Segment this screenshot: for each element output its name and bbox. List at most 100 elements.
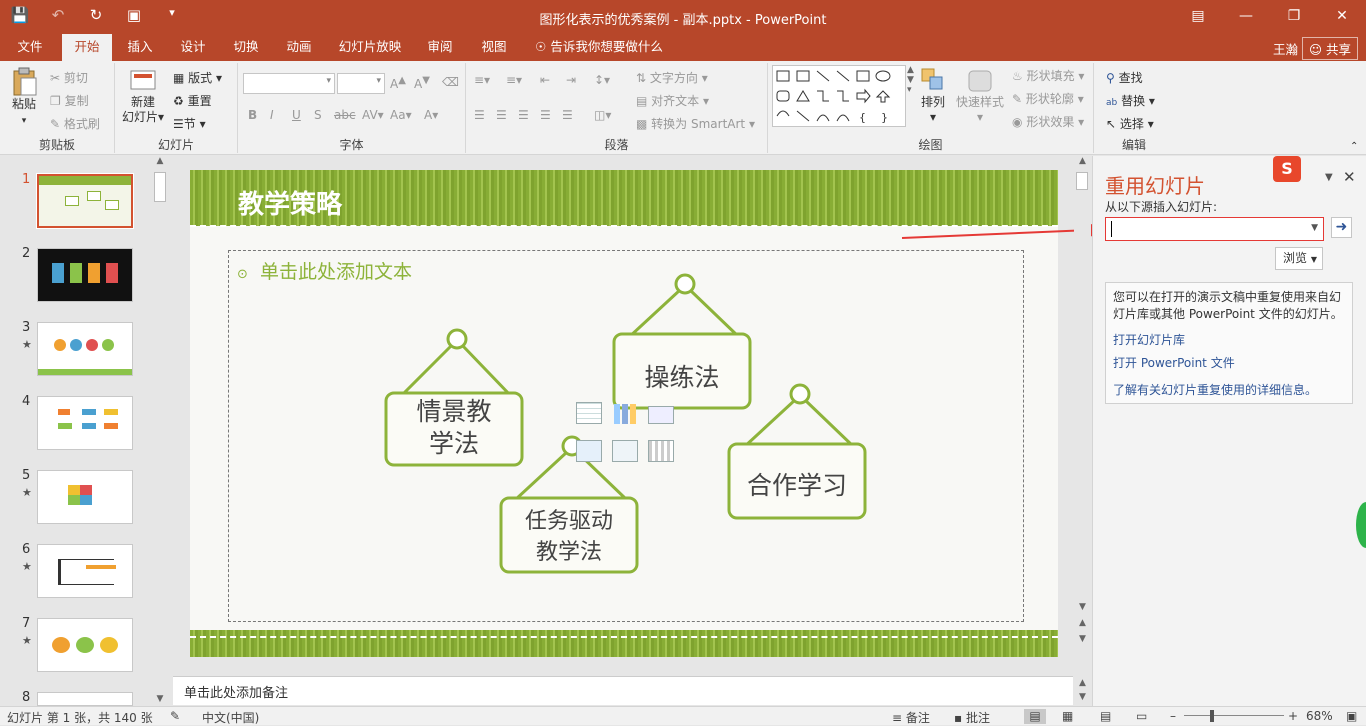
align-right-icon[interactable]: ☰ [518, 108, 529, 122]
new-slide-button[interactable]: 新建 幻灯片▾ [121, 67, 165, 125]
columns-icon[interactable]: ◫▾ [594, 108, 611, 122]
increase-indent-icon[interactable]: ⇥ [566, 73, 576, 87]
quick-styles-button[interactable]: 快速样式 ▾ [955, 67, 1005, 125]
go-arrow-button[interactable]: ➜ [1331, 217, 1352, 238]
font-color-button[interactable]: A▾ [424, 108, 438, 122]
copy-button[interactable]: ❐ 复制 [50, 92, 89, 109]
font-size-select[interactable]: ▾ [337, 73, 385, 94]
zoom-slider[interactable] [1184, 715, 1284, 716]
shape-effects-button[interactable]: ◉ 形状效果 ▾ [1012, 113, 1084, 130]
collapse-ribbon-icon[interactable]: ⌃ [1350, 141, 1358, 152]
decrease-indent-icon[interactable]: ⇤ [540, 73, 550, 87]
justify-icon[interactable]: ☰ [540, 108, 551, 122]
language-indicator[interactable]: 中文(中国) [202, 709, 259, 726]
shape-fill-button[interactable]: ♨ 形状填充 ▾ [1012, 67, 1084, 84]
thumb-slide-7[interactable] [37, 618, 133, 672]
thumbnails-scrollbar[interactable]: ▲ ▼ [153, 156, 167, 706]
zoom-slider-thumb[interactable] [1210, 710, 1214, 722]
minimize-icon[interactable]: — [1222, 0, 1270, 34]
tab-transitions[interactable]: 切换 [226, 34, 266, 61]
insert-picture-icon[interactable] [576, 440, 602, 462]
zoom-level[interactable]: 68% [1306, 709, 1333, 723]
thumb-slide-5[interactable] [37, 470, 133, 524]
tell-me-search[interactable]: ☉ 告诉我你想要做什么 [532, 34, 666, 61]
zoom-out-icon[interactable]: – [1170, 709, 1176, 723]
restore-icon[interactable]: ❐ [1270, 0, 1318, 34]
zoom-in-icon[interactable]: + [1288, 709, 1298, 723]
underline-button[interactable]: U [292, 108, 301, 122]
paste-button[interactable]: 粘贴 ▾ [6, 67, 42, 129]
share-button[interactable]: ☺ 共享 [1301, 37, 1358, 60]
normal-view-icon[interactable]: ▤ [1024, 709, 1046, 724]
reset-button[interactable]: ♻ 重置 [173, 92, 212, 109]
tab-animations[interactable]: 动画 [279, 34, 319, 61]
line-spacing-icon[interactable]: ↕▾ [594, 73, 610, 87]
thumb-slide-6[interactable] [37, 544, 133, 598]
spell-check-icon[interactable]: ✎ [170, 709, 180, 723]
open-powerpoint-file-link[interactable]: 打开 PowerPoint 文件 [1113, 355, 1345, 372]
tab-design[interactable]: 设计 [173, 34, 213, 61]
thumb-slide-8[interactable] [37, 692, 133, 706]
shadow-button[interactable]: S [314, 108, 322, 122]
numbering-icon[interactable]: ≡▾ [506, 73, 522, 87]
sogou-ime-icon[interactable]: S [1273, 156, 1301, 182]
insert-online-picture-icon[interactable] [612, 440, 638, 462]
comments-toggle[interactable]: ▪ 批注 [954, 709, 990, 726]
slide-title[interactable]: 教学策略 [238, 184, 342, 221]
shape-outline-button[interactable]: ✎ 形状轮廓 ▾ [1012, 90, 1084, 107]
font-name-select[interactable]: ▾ [243, 73, 335, 94]
thumb-slide-4[interactable] [37, 396, 133, 450]
open-slide-library-link[interactable]: 打开幻灯片库 [1113, 332, 1345, 349]
insert-smartart-icon[interactable] [648, 406, 674, 424]
slide[interactable]: 教学策略 ⊙ 单击此处添加文本 情景教 学法 操练法 任务驱动 教学法 合作学习 [190, 170, 1058, 657]
select-button[interactable]: ↖ 选择 ▾ [1106, 115, 1154, 132]
insert-table-icon[interactable] [576, 402, 602, 424]
close-icon[interactable]: ✕ [1318, 0, 1366, 34]
ribbon-display-options-icon[interactable]: ▤ [1174, 0, 1222, 34]
italic-button[interactable]: I [270, 108, 274, 122]
source-input[interactable]: ▼ [1105, 217, 1324, 241]
tab-review[interactable]: 审阅 [420, 34, 460, 61]
cut-button[interactable]: ✂ 剪切 [50, 69, 88, 86]
thumb-slide-2[interactable] [37, 248, 133, 302]
tab-slideshow[interactable]: 幻灯片放映 [334, 34, 406, 61]
slide-scrollbar[interactable]: ▲ ▼ ▲ ▼ ▲ ▼ [1074, 156, 1091, 706]
strikethrough-button[interactable]: abc [334, 108, 356, 122]
format-painter-button[interactable]: ✎ 格式刷 [50, 115, 100, 132]
insert-chart-icon[interactable] [614, 404, 636, 424]
convert-smartart-button[interactable]: ▩ 转换为 SmartArt ▾ [636, 115, 755, 132]
bold-button[interactable]: B [248, 108, 257, 122]
sign-label-3[interactable]: 任务驱动 教学法 [501, 506, 637, 568]
find-button[interactable]: ⚲ 查找 [1106, 69, 1143, 86]
bullets-icon[interactable]: ≡▾ [474, 73, 490, 87]
slide-sorter-icon[interactable]: ▦ [1062, 709, 1073, 723]
layout-button[interactable]: ▦ 版式 ▾ [173, 69, 222, 86]
chevron-down-icon[interactable]: ▼ [1311, 223, 1318, 233]
notes-toggle[interactable]: ≡ 备注 [892, 709, 930, 726]
notes-pane[interactable]: 单击此处添加备注 [173, 676, 1073, 705]
align-text-button[interactable]: ▤ 对齐文本 ▾ [636, 92, 709, 109]
sign-label-4[interactable]: 合作学习 [729, 466, 865, 502]
insert-video-icon[interactable] [648, 440, 674, 462]
tab-home[interactable]: 开始 [62, 34, 112, 61]
arrange-button[interactable]: 排列 ▾ [918, 67, 948, 125]
shapes-gallery[interactable]: {} [772, 65, 906, 127]
clear-format-icon[interactable]: ⌫ [442, 75, 459, 89]
replace-button[interactable]: ab 替换 ▾ [1106, 92, 1155, 109]
distributed-icon[interactable]: ☰ [562, 108, 573, 122]
thumb-slide-1[interactable] [36, 173, 134, 229]
tab-view[interactable]: 视图 [474, 34, 514, 61]
align-center-icon[interactable]: ☰ [496, 108, 507, 122]
decrease-font-icon[interactable]: A▼ [414, 75, 430, 91]
align-left-icon[interactable]: ☰ [474, 108, 485, 122]
pane-options-icon[interactable]: ▼ [1325, 172, 1333, 183]
text-direction-button[interactable]: ⇅ 文字方向 ▾ [636, 69, 708, 86]
tab-file[interactable]: 文件 [10, 34, 50, 61]
reading-view-icon[interactable]: ▤ [1100, 709, 1111, 723]
char-spacing-button[interactable]: AV▾ [362, 108, 384, 122]
change-case-button[interactable]: Aa▾ [390, 108, 412, 122]
account-name[interactable]: 王瀚 [1273, 39, 1298, 58]
slideshow-view-icon[interactable]: ▭ [1136, 709, 1147, 723]
gallery-scroll-icon[interactable]: ▲ ▼ ▾ [907, 65, 914, 95]
browse-button[interactable]: 浏览 ▼ [1275, 247, 1323, 270]
